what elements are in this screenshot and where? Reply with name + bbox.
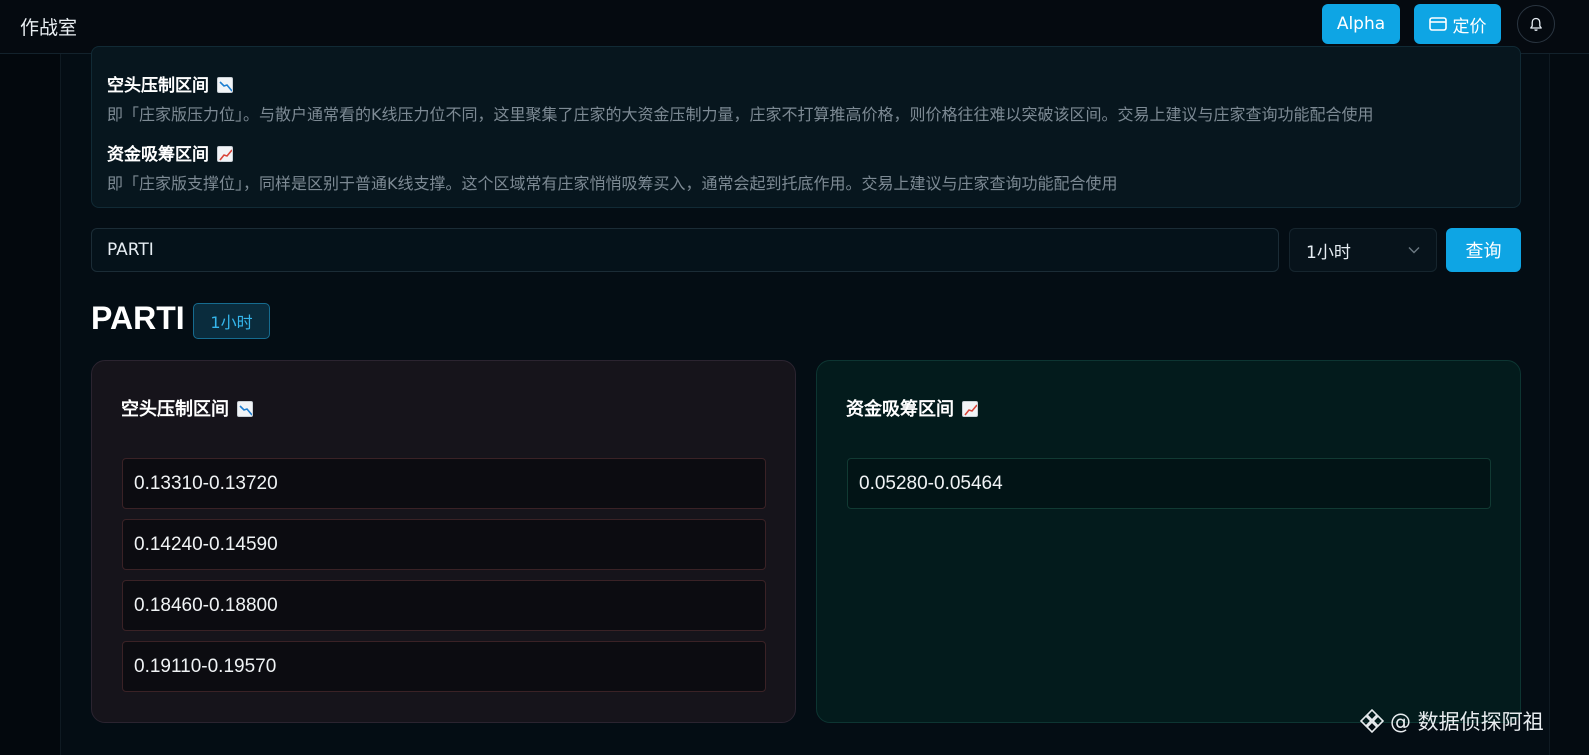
short-pressure-panel-title: 空头压制区间 <box>121 395 253 421</box>
alpha-button[interactable]: Alpha <box>1322 4 1400 44</box>
pricing-label: 定价 <box>1452 16 1487 37</box>
timeframe-badge: 1小时 <box>193 303 270 339</box>
chart-decreasing-icon <box>237 401 253 417</box>
short-zone-row: 0.14240-0.14590 <box>122 519 766 570</box>
short-zone-info-desc: 即「庄家版压力位」。与散户通常看的K线压力位不同，这里聚集了庄家的大资金压制力量… <box>107 105 1374 124</box>
notification-button[interactable] <box>1517 5 1555 43</box>
short-zone-row: 0.19110-0.19570 <box>122 641 766 692</box>
accumulation-panel: 资金吸筹区间 0.05280-0.05464 <box>816 360 1521 723</box>
short-zone-info-title: 空头压制区间 <box>107 71 233 96</box>
watermark-text: @ 数据侦探阿祖 <box>1390 710 1544 734</box>
symbol-search-input[interactable] <box>91 228 1279 272</box>
watermark: @ 数据侦探阿祖 <box>1360 706 1544 736</box>
result-symbol-title: PARTI <box>91 300 185 336</box>
app-title: 作战室 <box>20 17 78 39</box>
pricing-button[interactable]: 定价 <box>1414 4 1501 44</box>
info-box: 空头压制区间 即「庄家版压力位」。与散户通常看的K线压力位不同，这里聚集了庄家的… <box>91 46 1521 208</box>
timeframe-select[interactable]: 1小时 <box>1289 228 1437 272</box>
chevron-down-icon <box>1408 247 1420 254</box>
timeframe-select-value: 1小时 <box>1306 242 1351 263</box>
right-edge <box>1549 54 1589 755</box>
chart-increasing-icon <box>217 146 233 162</box>
chart-decreasing-icon <box>217 77 233 93</box>
accum-zone-info-title: 资金吸筹区间 <box>107 140 233 165</box>
bell-icon <box>1530 17 1542 31</box>
accum-zone-info-desc: 即「庄家版支撑位」，同样是区别于普通K线支撑。这个区域常有庄家悄悄吸筹买入，通常… <box>107 174 1118 193</box>
accum-zone-row: 0.05280-0.05464 <box>847 458 1491 509</box>
accumulation-panel-title: 资金吸筹区间 <box>846 395 978 421</box>
short-zone-row: 0.18460-0.18800 <box>122 580 766 631</box>
chart-increasing-icon <box>962 401 978 417</box>
card-icon <box>1428 17 1447 31</box>
diamond-logo-icon <box>1360 709 1384 733</box>
sidebar <box>0 54 61 755</box>
query-button[interactable]: 查询 <box>1446 228 1521 272</box>
short-zone-row: 0.13310-0.13720 <box>122 458 766 509</box>
short-pressure-panel: 空头压制区间 0.13310-0.13720 0.14240-0.14590 0… <box>91 360 796 723</box>
